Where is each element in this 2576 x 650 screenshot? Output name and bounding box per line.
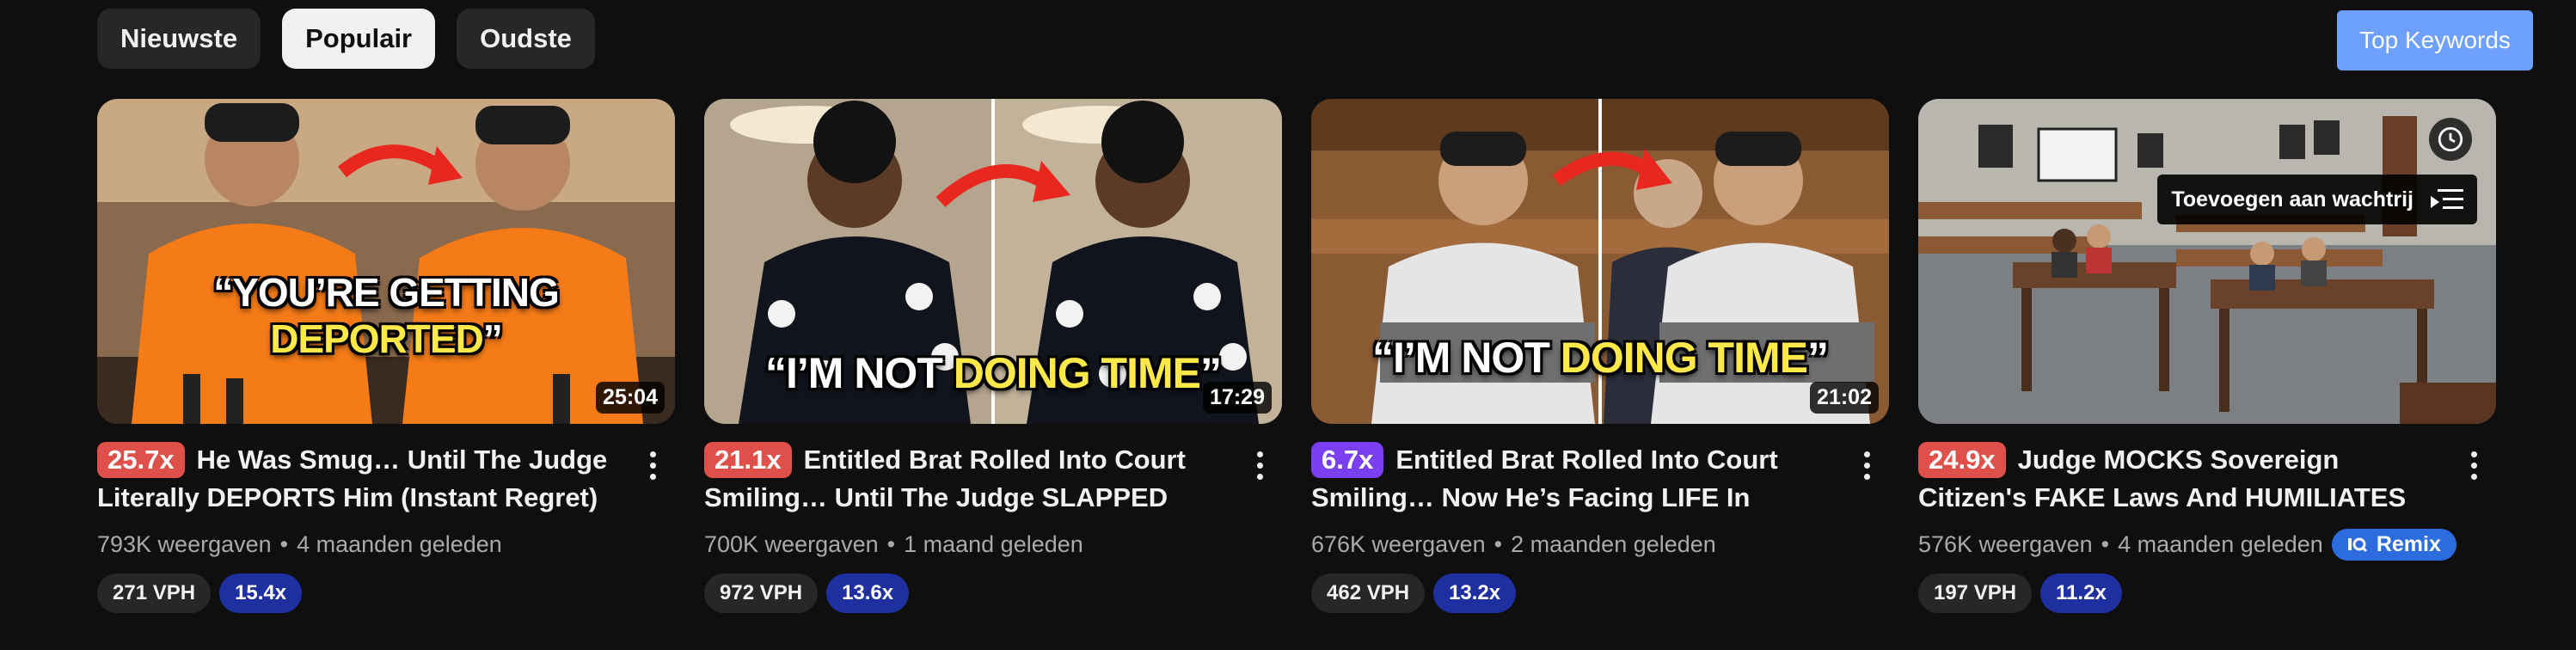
add-to-queue-label: Toevoegen aan wachtrij (2171, 187, 2413, 212)
more-options-icon[interactable] (1849, 448, 1884, 482)
thumbnail-image (1918, 99, 2496, 424)
outlier-score-badge: 24.9x (1918, 442, 2006, 478)
video-card[interactable]: “I’M NOT DOING TIME” 17:29 21.1x Entitled… (704, 99, 1282, 613)
remix-label: Remix (2376, 531, 2441, 556)
duration-badge: 17:29 (1203, 382, 1272, 414)
video-title[interactable]: 6.7x Entitled Brat Rolled Into Court Smil… (1311, 441, 1827, 517)
video-feed: Nieuwste Populair Oudste Top Keywords “Y… (0, 0, 2576, 650)
multiplier-badge: 13.2x (1433, 573, 1517, 613)
video-title[interactable]: 25.7x He Was Smug… Until The Judge Litera… (97, 441, 613, 517)
multiplier-badge: 13.6x (826, 573, 910, 613)
outlier-score-badge: 6.7x (1311, 442, 1384, 478)
video-title[interactable]: 24.9x Judge MOCKS Sovereign Citizen's FAK… (1918, 441, 2434, 517)
video-thumbnail[interactable]: “I’M NOT DOING TIME” 17:29 (704, 99, 1282, 424)
add-to-queue-tooltip[interactable]: Toevoegen aan wachtrij (2157, 175, 2477, 224)
upload-age: 2 maanden geleden (1511, 530, 1716, 557)
video-card[interactable]: “I’M NOT DOING TIME” 21:02 6.7x Entitled … (1311, 99, 1889, 613)
filter-chip-oldest[interactable]: Oudste (457, 9, 595, 69)
duration-badge: 25:04 (596, 382, 665, 414)
watch-later-icon[interactable] (2429, 118, 2472, 161)
more-options-icon[interactable] (635, 448, 670, 482)
video-thumbnail[interactable]: “I’M NOT DOING TIME” 21:02 (1311, 99, 1889, 424)
duration-badge: 21:02 (1810, 382, 1879, 414)
sort-filter-bar: Nieuwste Populair Oudste (97, 9, 595, 69)
video-title[interactable]: 21.1x Entitled Brat Rolled Into Court Smi… (704, 441, 1220, 517)
queue-icon (2431, 189, 2463, 209)
vph-badge: 972 VPH (704, 573, 819, 613)
multiplier-badge: 15.4x (219, 573, 303, 613)
thumbnail-caption: “I’M NOT DOING TIME” (1372, 334, 1829, 382)
remix-icon (2347, 537, 2367, 553)
video-stats: 793K weergaven • 4 maanden geleden (97, 530, 502, 557)
view-count: 676K weergaven (1311, 530, 1486, 557)
more-options-icon[interactable] (2456, 448, 2491, 482)
outlier-score-badge: 25.7x (97, 442, 185, 478)
video-thumbnail[interactable]: “YOU’RE GETTING DEPORTED” 25:04 (97, 99, 675, 424)
filter-chip-popular[interactable]: Populair (282, 9, 436, 69)
upload-age: 4 maanden geleden (2118, 530, 2323, 557)
video-card[interactable]: “YOU’RE GETTING DEPORTED” 25:04 25.7x He … (97, 99, 675, 613)
filter-chip-newest[interactable]: Nieuwste (97, 9, 261, 69)
video-card[interactable]: Toevoegen aan wachtrij 24.9x Judge MOCKS … (1918, 99, 2496, 613)
vph-badge: 271 VPH (97, 573, 212, 613)
video-stats: 676K weergaven • 2 maanden geleden (1311, 530, 1716, 557)
video-stats: 576K weergaven • 4 maanden geleden Remix (1918, 527, 2496, 561)
upload-age: 1 maand geleden (904, 530, 1083, 557)
multiplier-badge: 11.2x (2040, 573, 2122, 613)
upload-age: 4 maanden geleden (297, 530, 502, 557)
more-options-icon[interactable] (1242, 448, 1277, 482)
video-thumbnail[interactable]: Toevoegen aan wachtrij (1918, 99, 2496, 424)
vph-badge: 197 VPH (1918, 573, 2033, 613)
view-count: 793K weergaven (97, 530, 272, 557)
thumbnail-caption: “YOU’RE GETTING DEPORTED” (213, 270, 560, 361)
thumbnail-image (97, 99, 675, 424)
thumbnail-caption: “I’M NOT DOING TIME” (765, 349, 1222, 397)
vph-badge: 462 VPH (1311, 573, 1426, 613)
outlier-score-badge: 21.1x (704, 442, 792, 478)
video-stats: 700K weergaven • 1 maand geleden (704, 530, 1083, 557)
top-keywords-button[interactable]: Top Keywords (2337, 10, 2533, 71)
remix-button[interactable]: Remix (2331, 528, 2456, 561)
view-count: 576K weergaven (1918, 530, 2093, 557)
view-count: 700K weergaven (704, 530, 879, 557)
clock-icon (2438, 126, 2463, 152)
